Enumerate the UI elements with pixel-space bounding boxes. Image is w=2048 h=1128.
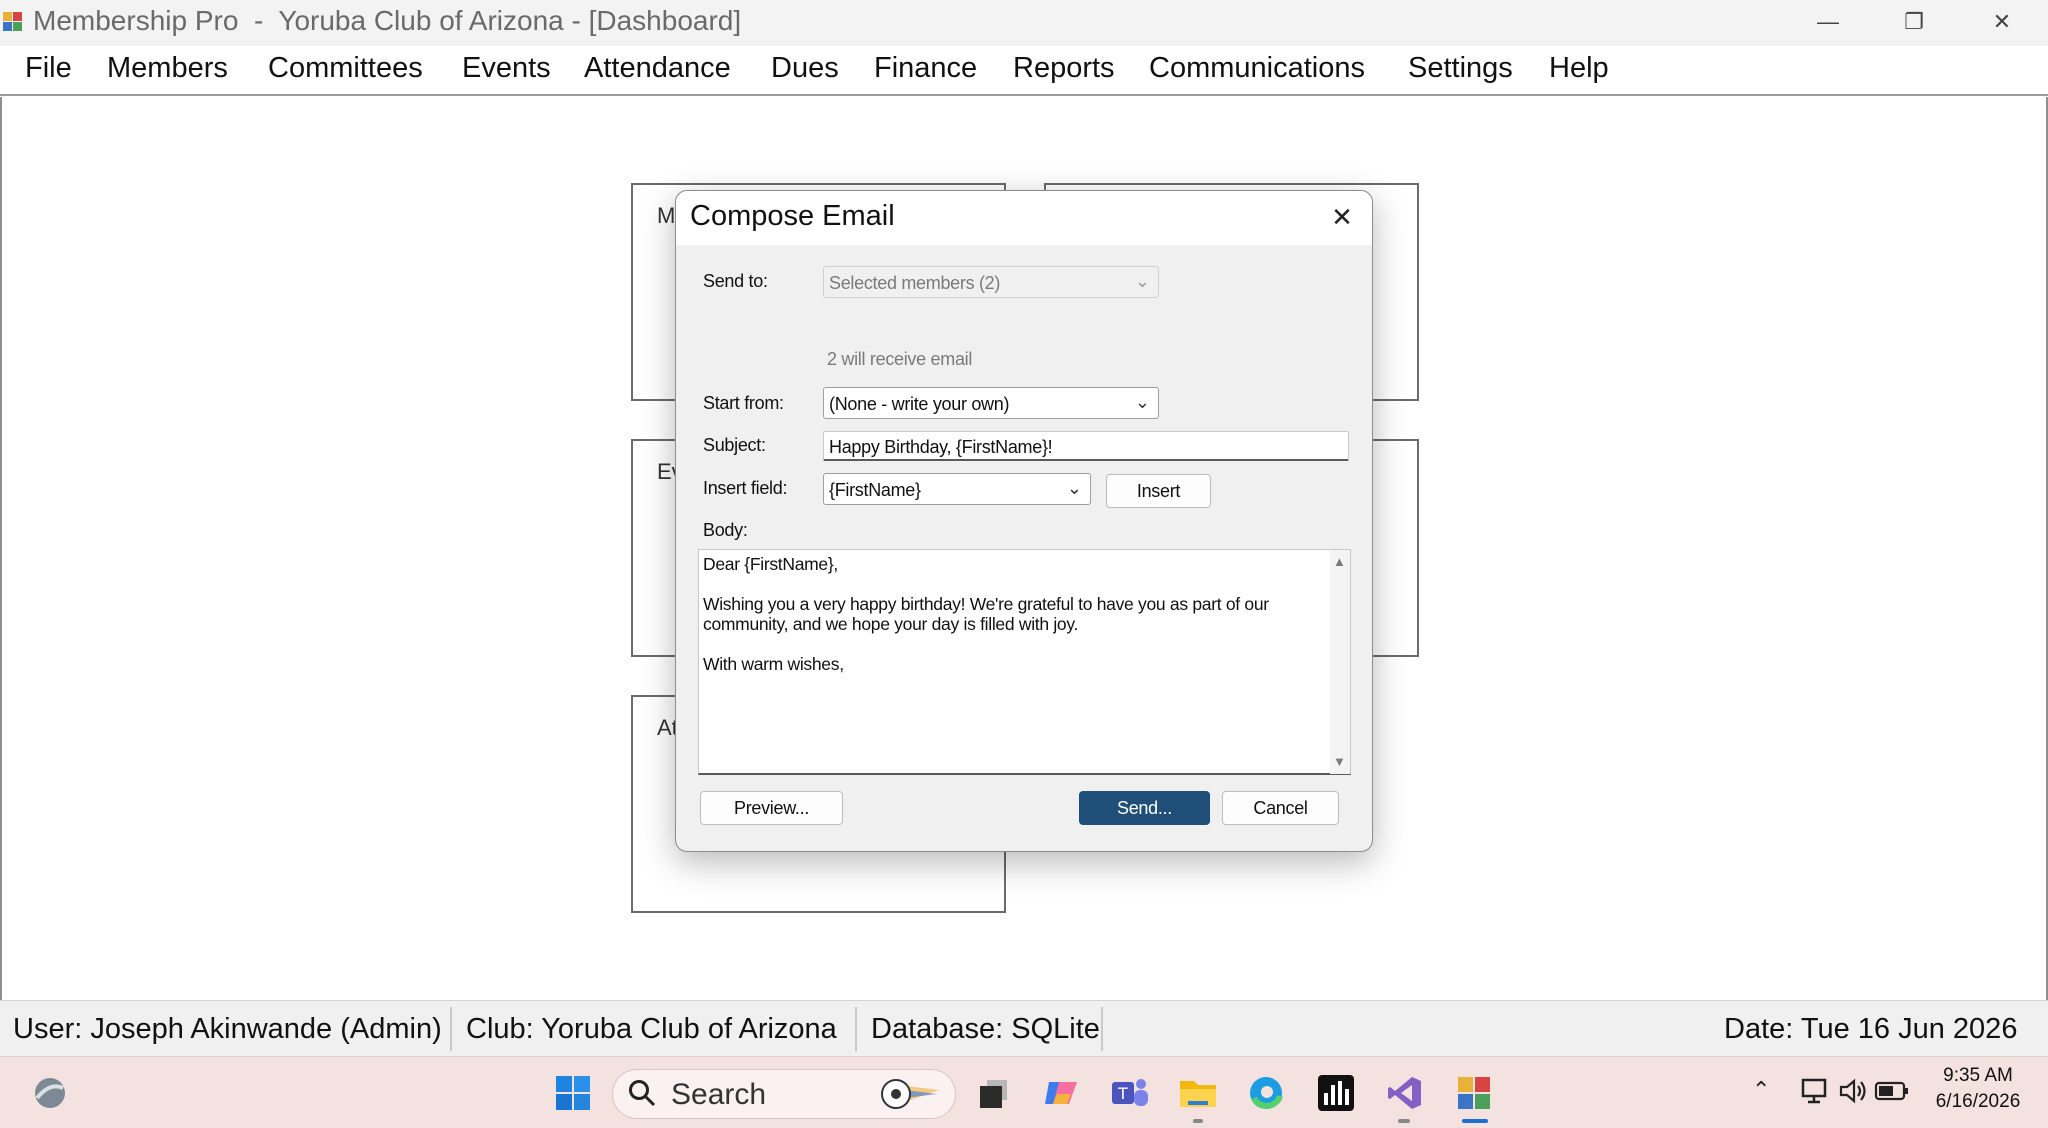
close-icon: ✕ [1331, 201, 1353, 232]
teams-icon[interactable]: T [1108, 1071, 1152, 1115]
dialog-close-button[interactable]: ✕ [1326, 201, 1358, 233]
compose-email-dialog: Compose Email ✕ Send to: Selected member… [675, 190, 1373, 852]
running-indicator [1193, 1119, 1203, 1123]
body-scrollbar[interactable]: ▲ ▼ [1330, 550, 1350, 774]
visual-studio-icon[interactable] [1383, 1071, 1427, 1115]
start-from-value: (None - write your own) [829, 394, 1010, 414]
close-icon: ✕ [1992, 9, 2012, 34]
start-from-label: Start from: [703, 393, 784, 413]
menu-bar: File Members Committees Events Attendanc… [0, 46, 2048, 96]
file-explorer-icon[interactable] [1176, 1071, 1220, 1115]
membership-pro-icon[interactable] [1452, 1071, 1496, 1115]
minimize-icon: — [1817, 9, 1839, 34]
cancel-button[interactable]: Cancel [1222, 791, 1339, 825]
running-indicator [1398, 1119, 1410, 1123]
search-label: Search [671, 1078, 767, 1111]
chevron-up-icon[interactable]: ⌃ [1752, 1077, 1770, 1103]
insert-button[interactable]: Insert [1106, 474, 1211, 508]
menu-file[interactable]: File [25, 52, 72, 85]
svg-text:T: T [1117, 1084, 1128, 1103]
restore-icon: ❐ [1904, 9, 1924, 34]
menu-dues[interactable]: Dues [771, 52, 839, 85]
clock-time[interactable]: 9:35 AM [1928, 1065, 2028, 1087]
network-icon[interactable] [1800, 1077, 1830, 1105]
insert-field-value: {FirstName} [829, 480, 921, 500]
body-label: Body: [703, 520, 748, 540]
menu-settings[interactable]: Settings [1408, 52, 1513, 85]
app-icon [3, 12, 23, 32]
card-label: M [657, 203, 676, 228]
status-separator [1101, 1007, 1103, 1051]
preview-button[interactable]: Preview... [700, 791, 843, 825]
status-club: Club: Yoruba Club of Arizona [466, 1013, 837, 1045]
weather-icon[interactable] [28, 1071, 72, 1115]
window-title: Membership Pro - Yoruba Club of Arizona … [33, 5, 742, 36]
scroll-down-icon[interactable]: ▼ [1333, 754, 1346, 769]
title-bar: Membership Pro - Yoruba Club of Arizona … [0, 0, 2048, 46]
send-to-label: Send to: [703, 271, 768, 291]
status-bar: User: Joseph Akinwande (Admin) Club: Yor… [0, 1000, 2048, 1056]
menu-help[interactable]: Help [1549, 52, 1609, 85]
copilot-icon[interactable] [1040, 1071, 1084, 1115]
chart-app-icon[interactable] [1314, 1071, 1358, 1115]
status-separator [855, 1007, 857, 1051]
send-to-dropdown[interactable]: Selected members (2) ⌄ [823, 266, 1159, 298]
subject-label: Subject: [703, 435, 766, 455]
active-indicator [1462, 1119, 1488, 1123]
insert-field-label: Insert field: [703, 478, 788, 498]
body-text: Dear {FirstName}, Wishing you a very hap… [703, 554, 1269, 674]
chevron-down-icon: ⌄ [1066, 478, 1082, 498]
edge-icon[interactable] [1244, 1071, 1288, 1115]
minimize-button[interactable]: — [1798, 0, 1858, 44]
battery-icon[interactable] [1874, 1079, 1910, 1103]
menu-committees[interactable]: Committees [268, 52, 423, 85]
search-icon [629, 1080, 656, 1107]
clock-date[interactable]: 6/16/2026 [1928, 1091, 2028, 1113]
task-view-icon[interactable] [972, 1071, 1016, 1115]
dialog-title-bar: Compose Email ✕ [676, 191, 1372, 245]
start-from-dropdown[interactable]: (None - write your own) ⌄ [823, 387, 1159, 419]
menu-communications[interactable]: Communications [1149, 52, 1365, 85]
status-user: User: Joseph Akinwande (Admin) [13, 1013, 442, 1045]
subject-input[interactable]: Happy Birthday, {FirstName}! [823, 431, 1349, 461]
volume-icon[interactable] [1838, 1077, 1868, 1105]
status-database: Database: SQLite [871, 1013, 1100, 1045]
subject-value: Happy Birthday, {FirstName}! [829, 437, 1053, 457]
send-button[interactable]: Send... [1079, 791, 1210, 825]
restore-button[interactable]: ❐ [1884, 0, 1944, 44]
menu-reports[interactable]: Reports [1013, 52, 1115, 85]
taskbar-search-box[interactable]: Search [612, 1069, 956, 1119]
recipients-note: 2 will receive email [827, 349, 973, 369]
menu-members[interactable]: Members [107, 52, 228, 85]
scroll-up-icon[interactable]: ▲ [1333, 554, 1346, 569]
menu-finance[interactable]: Finance [874, 52, 977, 85]
status-separator [450, 1007, 452, 1051]
menu-attendance[interactable]: Attendance [584, 52, 731, 85]
send-to-value: Selected members (2) [829, 273, 1001, 293]
close-button[interactable]: ✕ [1972, 0, 2032, 44]
menu-events[interactable]: Events [462, 52, 551, 85]
dialog-title: Compose Email [690, 200, 895, 232]
taskbar: Search T ⌃ 9:35 AM 6/16/2026 [0, 1056, 2048, 1128]
status-date: Date: Tue 16 Jun 2026 [1724, 1013, 2018, 1045]
soccer-ball-icon [881, 1079, 939, 1109]
chevron-down-icon: ⌄ [1134, 271, 1150, 291]
body-textarea[interactable]: Dear {FirstName}, Wishing you a very hap… [698, 549, 1351, 775]
insert-field-dropdown[interactable]: {FirstName} ⌄ [823, 473, 1091, 505]
chevron-down-icon: ⌄ [1134, 392, 1150, 412]
start-icon[interactable] [551, 1071, 595, 1115]
